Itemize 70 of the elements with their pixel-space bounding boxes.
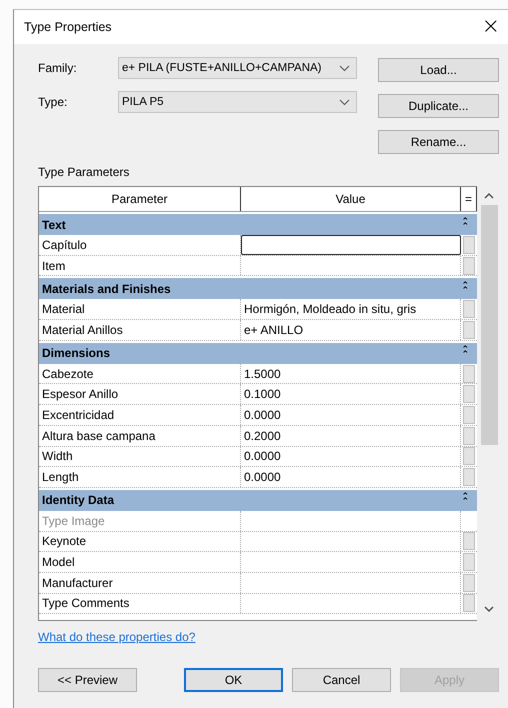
- close-button[interactable]: ×: [476, 16, 506, 38]
- formula-button[interactable]: [463, 468, 475, 486]
- side-button[interactable]: Rename...: [378, 130, 499, 154]
- formula-button[interactable]: [463, 406, 475, 424]
- parameter-cell: Capítulo: [39, 235, 241, 255]
- column-header[interactable]: Value: [241, 187, 461, 211]
- scrollbar-thumb[interactable]: [480, 205, 498, 445]
- value-cell: 0.0000: [241, 405, 461, 425]
- column-header[interactable]: Parameter: [39, 187, 241, 211]
- family-label: Family:: [38, 61, 78, 75]
- chevron-down-icon: [339, 98, 350, 106]
- parameter-cell: Item: [39, 256, 241, 276]
- dialog-button[interactable]: Cancel: [292, 668, 391, 692]
- value-cell: 0.1000: [241, 384, 461, 404]
- chevron-down-icon[interactable]: [484, 606, 494, 613]
- group-title: Text: [42, 218, 66, 232]
- parameter-cell: Model: [39, 552, 241, 572]
- group-header[interactable]: Identity Data ⌃ ⌃: [39, 490, 477, 511]
- family-dropdown[interactable]: e+ PILA (FUSTE+ANILLO+CAMPANA): [118, 57, 357, 79]
- chevron-down-icon: [339, 64, 350, 72]
- formula-button[interactable]: [463, 447, 475, 466]
- value-cell: Hormigón, Moldeado in situ, gris: [241, 299, 461, 320]
- value-cell: 0.2000: [241, 426, 461, 446]
- parameter-cell: Excentricidad: [39, 405, 241, 425]
- group-header[interactable]: Materials and Finishes ⌃ ⌃: [39, 278, 477, 300]
- group-title: Materials and Finishes: [42, 282, 171, 296]
- parameter-cell: Altura base campana: [39, 426, 241, 446]
- dialog-button[interactable]: << Preview: [38, 668, 137, 692]
- parameter-cell: Type Image: [39, 510, 241, 531]
- parameter-cell: Keynote: [39, 532, 241, 552]
- collapse-icon[interactable]: ⌃ ⌃: [461, 220, 469, 230]
- group-header[interactable]: Dimensions ⌃ ⌃: [39, 342, 477, 364]
- formula-button[interactable]: [463, 574, 475, 592]
- window-title: Type Properties: [24, 20, 112, 34]
- side-button[interactable]: Load...: [378, 58, 499, 82]
- group-title: Identity Data: [42, 493, 114, 508]
- type-label: Type:: [38, 95, 68, 109]
- type-dropdown[interactable]: PILA P5: [118, 91, 357, 113]
- formula-button[interactable]: [463, 300, 475, 318]
- section-label: Type Parameters: [38, 165, 130, 181]
- column-header[interactable]: =: [461, 187, 477, 211]
- value-cell: 1.5000: [241, 364, 461, 384]
- value-cell: 0.0000: [241, 446, 461, 466]
- parameter-cell: Length: [39, 467, 241, 487]
- parameter-cell: Cabezote: [39, 364, 241, 384]
- formula-button[interactable]: [463, 553, 475, 572]
- parameter-cell: Material: [39, 299, 241, 320]
- formula-button[interactable]: [463, 385, 475, 404]
- parameter-cell: Espesor Anillo: [39, 384, 241, 404]
- dialog-button[interactable]: OK: [184, 668, 284, 692]
- formula-button[interactable]: [463, 532, 475, 550]
- value-cell: e+ ANILLO: [241, 320, 461, 340]
- collapse-icon[interactable]: ⌃ ⌃: [461, 284, 469, 294]
- value-cell: 0.0000: [241, 467, 461, 487]
- formula-button[interactable]: [463, 256, 475, 275]
- parameter-cell: Width: [39, 446, 241, 466]
- parameter-cell: Type Comments: [39, 594, 241, 614]
- formula-button[interactable]: [463, 236, 475, 254]
- value-field[interactable]: [241, 235, 461, 255]
- help-link[interactable]: What do these properties do?: [38, 630, 196, 644]
- group-title: Dimensions: [42, 346, 110, 360]
- formula-button[interactable]: [463, 426, 475, 445]
- chevron-up-icon[interactable]: [484, 192, 494, 199]
- group-header[interactable]: Text ⌃ ⌃: [39, 214, 477, 235]
- parameter-cell: Manufacturer: [39, 572, 241, 593]
- formula-button[interactable]: [463, 594, 475, 612]
- formula-button[interactable]: [463, 364, 475, 383]
- parameter-cell: Material Anillos: [39, 320, 241, 340]
- side-button[interactable]: Duplicate...: [378, 94, 499, 118]
- formula-button[interactable]: [463, 320, 475, 339]
